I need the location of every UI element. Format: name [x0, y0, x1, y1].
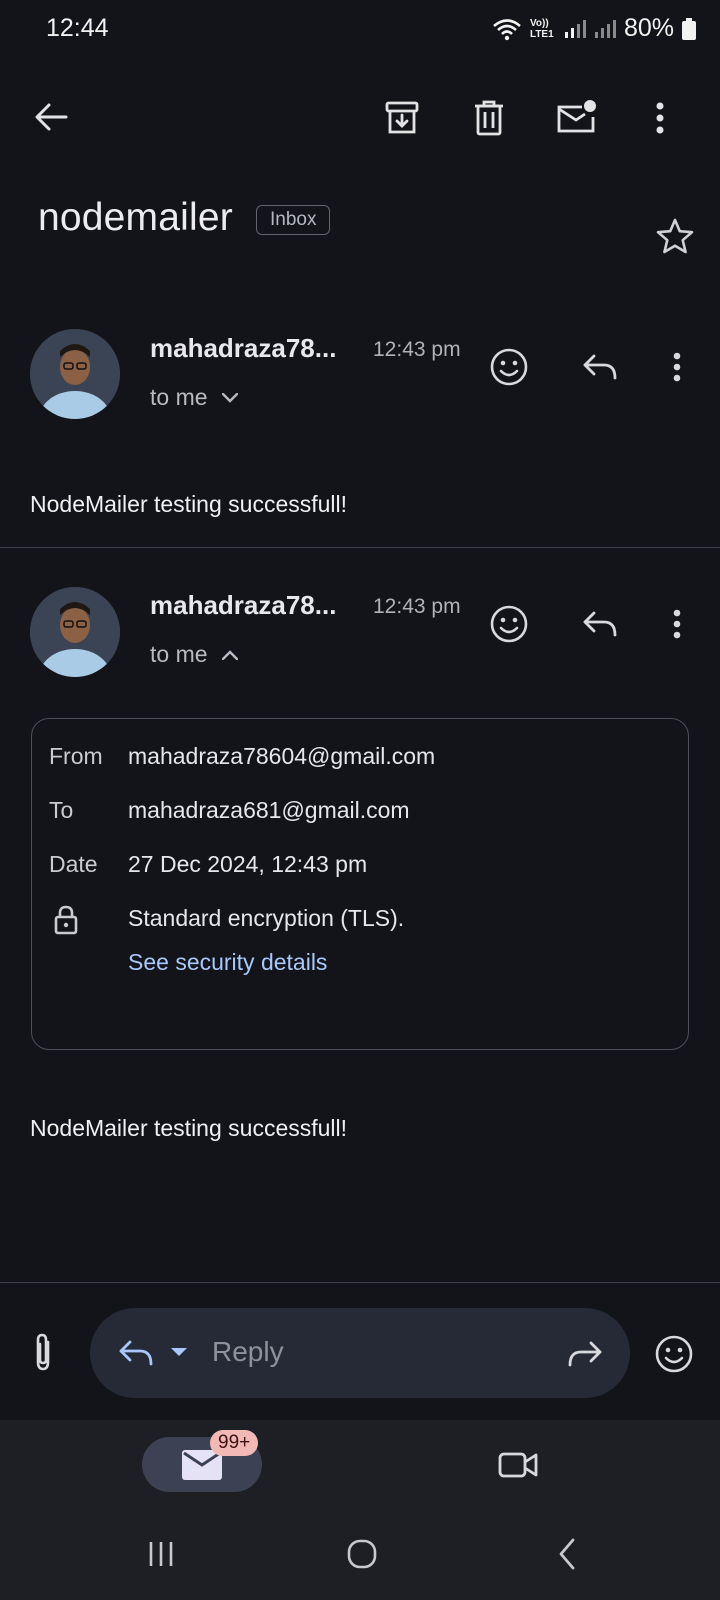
star-icon[interactable]	[654, 215, 696, 257]
bottom-nav	[0, 1420, 720, 1600]
recipient-toggle[interactable]: to me	[150, 641, 238, 668]
from-value[interactable]: mahadraza78604@gmail.com	[128, 743, 435, 770]
status-time: 12:44	[46, 14, 109, 42]
home-icon[interactable]	[344, 1537, 380, 1571]
recent-apps-icon[interactable]	[144, 1538, 178, 1570]
message-body: NodeMailer testing successfull!	[30, 491, 348, 517]
from-label: From	[49, 743, 103, 769]
message-time: 12:43 pm	[373, 595, 461, 618]
emoji-icon[interactable]	[652, 1332, 696, 1376]
sender-name: mahadraza78...	[150, 590, 337, 620]
battery-percent: 80%	[623, 14, 674, 42]
attachment-icon[interactable]	[28, 1330, 58, 1374]
recipient-text: to me	[150, 641, 208, 667]
date-value: 27 Dec 2024, 12:43 pm	[128, 851, 368, 877]
reply-icon[interactable]	[578, 345, 622, 389]
mail-badge: 99+	[210, 1430, 259, 1456]
signal-icon	[564, 19, 586, 39]
mail-unread-icon[interactable]	[552, 94, 600, 140]
signal-icon-2	[594, 19, 616, 39]
recipient-text: to me	[150, 384, 208, 410]
trash-icon[interactable]	[467, 96, 511, 140]
email-subject: nodemailer	[38, 196, 233, 239]
reply-mode-icon[interactable]	[116, 1335, 156, 1371]
inbox-label-chip[interactable]: Inbox	[256, 205, 331, 235]
caret-down-icon[interactable]	[168, 1345, 190, 1359]
emoji-react-icon[interactable]	[487, 345, 531, 389]
avatar[interactable]	[30, 329, 120, 419]
emoji-react-icon[interactable]	[487, 602, 531, 646]
to-value[interactable]: mahadraza681@gmail.com	[128, 797, 410, 824]
sender-name: mahadraza78...	[150, 333, 337, 363]
more-vert-icon[interactable]	[648, 96, 672, 140]
network-label: Vo)) LTE1	[529, 17, 554, 40]
avatar[interactable]	[30, 587, 120, 677]
battery-icon	[682, 17, 696, 40]
message-more-icon[interactable]	[668, 349, 686, 385]
date-label: Date	[49, 851, 98, 877]
reply-placeholder[interactable]: Reply	[212, 1336, 284, 1368]
encryption-text: Standard encryption (TLS).	[128, 905, 405, 931]
wifi-icon	[492, 17, 522, 41]
chevron-up-icon	[221, 649, 238, 660]
message-divider	[0, 547, 720, 548]
to-label: To	[49, 797, 74, 823]
message-time: 12:43 pm	[373, 338, 461, 361]
chevron-down-icon	[221, 392, 238, 403]
status-icons: Vo)) LTE1 80%	[492, 14, 696, 43]
reply-divider	[0, 1282, 720, 1283]
meet-video-icon[interactable]	[496, 1447, 540, 1483]
system-back-icon[interactable]	[554, 1537, 580, 1571]
arrow-left-icon[interactable]	[28, 94, 74, 140]
forward-icon[interactable]	[565, 1337, 605, 1371]
lock-icon	[54, 905, 78, 935]
reply-icon[interactable]	[578, 602, 622, 646]
archive-icon[interactable]	[380, 96, 424, 140]
recipient-toggle[interactable]: to me	[150, 384, 238, 411]
message-more-icon[interactable]	[668, 606, 686, 642]
security-details-link[interactable]: See security details	[128, 949, 327, 976]
message-body: NodeMailer testing successfull!	[30, 1115, 348, 1141]
